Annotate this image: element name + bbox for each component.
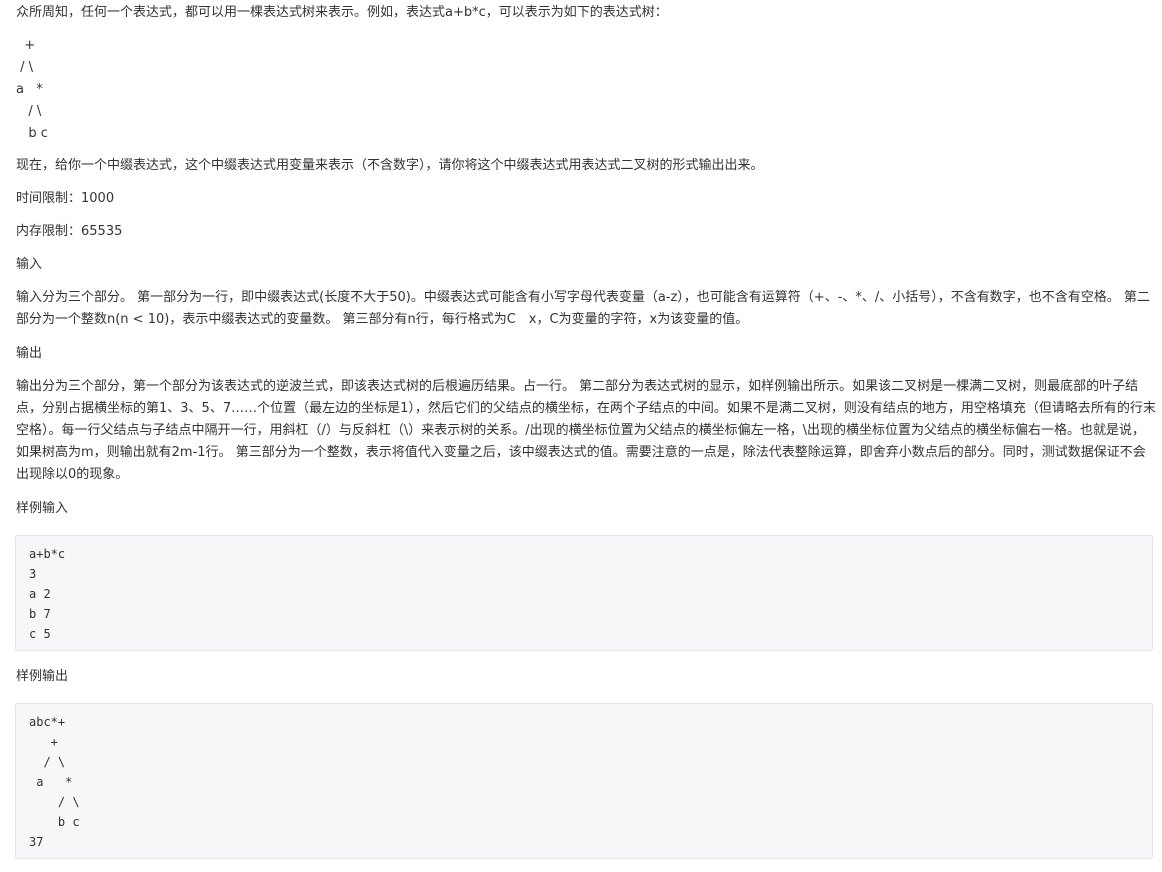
time-limit: 时间限制：1000 bbox=[16, 191, 115, 206]
output-heading: 输出 bbox=[16, 346, 43, 361]
example-expression-tree: + / \ a * / \ b c bbox=[16, 38, 48, 141]
sample-output-heading: 样例输出 bbox=[16, 669, 69, 684]
input-description: 输入分为三个部分。 第一部分为一行，即中缀表达式(长度不大于50)。中缀表达式可… bbox=[16, 290, 1150, 327]
problem-description: 现在，给你一个中缀表达式，这个中缀表达式用变量来表示（不含数字），请你将这个中缀… bbox=[16, 158, 764, 173]
problem-intro: 众所周知，任何一个表达式，都可以用一棵表达式树来表示。例如，表达式a+b*c，可… bbox=[16, 5, 668, 20]
memory-limit: 内存限制：65535 bbox=[16, 224, 123, 239]
problem-page: 众所周知，任何一个表达式，都可以用一棵表达式树来表示。例如，表达式a+b*c，可… bbox=[0, 0, 1162, 872]
input-heading: 输入 bbox=[16, 257, 43, 272]
sample-output-box: abc*+ + / \ a * / \ b c 37 bbox=[15, 703, 1153, 859]
output-description: 输出分为三个部分，第一个部分为该表达式的逆波兰式，即该表达式树的后根遍历结果。占… bbox=[16, 379, 1156, 482]
sample-output-code: abc*+ + / \ a * / \ b c 37 bbox=[29, 715, 80, 849]
sample-input-heading: 样例输入 bbox=[16, 501, 69, 516]
sample-input-box: a+b*c 3 a 2 b 7 c 5 bbox=[15, 535, 1153, 651]
sample-input-code: a+b*c 3 a 2 b 7 c 5 bbox=[29, 547, 66, 641]
